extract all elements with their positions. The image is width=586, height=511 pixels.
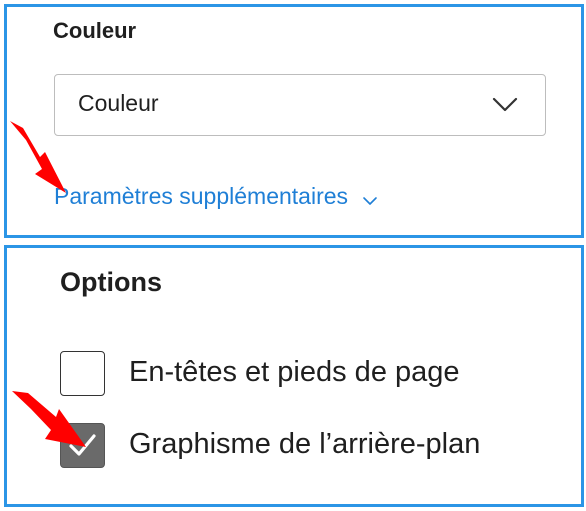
color-section-title: Couleur: [53, 18, 137, 43]
background-graphics-option[interactable]: Graphisme de l’arrière-plan: [60, 423, 560, 475]
chevron-down-icon: [492, 94, 518, 114]
color-settings-panel: Couleur Couleur Paramètres supplémentair…: [4, 4, 584, 238]
chevron-down-icon: [362, 185, 378, 205]
more-settings-link[interactable]: Paramètres supplémentaires: [54, 183, 378, 217]
color-select-value: Couleur: [78, 90, 159, 116]
print-settings-screenshot: Couleur Couleur Paramètres supplémentair…: [0, 0, 586, 511]
checkmark-icon: [69, 434, 96, 456]
headers-footers-checkbox[interactable]: [60, 351, 105, 396]
background-graphics-label: Graphisme de l’arrière-plan: [129, 428, 481, 460]
color-select[interactable]: Couleur: [54, 74, 546, 136]
headers-footers-option[interactable]: En-têtes et pieds de page: [60, 351, 560, 403]
more-settings-label: Paramètres supplémentaires: [54, 183, 349, 209]
background-graphics-checkbox[interactable]: [60, 423, 105, 468]
options-panel: Options En-têtes et pieds de page Graphi…: [4, 245, 584, 507]
options-section-title: Options: [60, 267, 162, 297]
headers-footers-label: En-têtes et pieds de page: [129, 356, 460, 388]
